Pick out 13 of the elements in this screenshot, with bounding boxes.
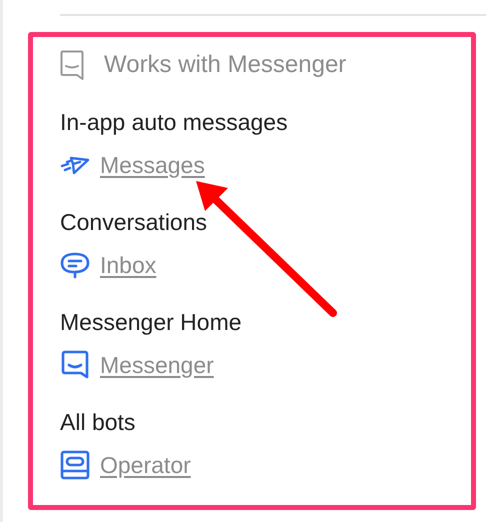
feature-link[interactable]: Inbox: [100, 250, 156, 280]
messenger-icon: [60, 50, 84, 80]
feature-label: Conversations: [60, 208, 208, 237]
feature-label: Messenger Home: [60, 308, 242, 337]
feature-label: In-app auto messages: [60, 108, 288, 137]
feature-label: All bots: [60, 408, 136, 437]
feature-link[interactable]: Messages: [100, 150, 205, 180]
feature-link[interactable]: Messenger: [100, 350, 214, 380]
speech-bubble-icon: [60, 251, 90, 279]
section-title: Works with Messenger: [104, 51, 346, 79]
feature-link[interactable]: Operator: [100, 450, 191, 480]
messenger-icon: [60, 350, 90, 380]
robot-box-icon: [60, 450, 90, 480]
